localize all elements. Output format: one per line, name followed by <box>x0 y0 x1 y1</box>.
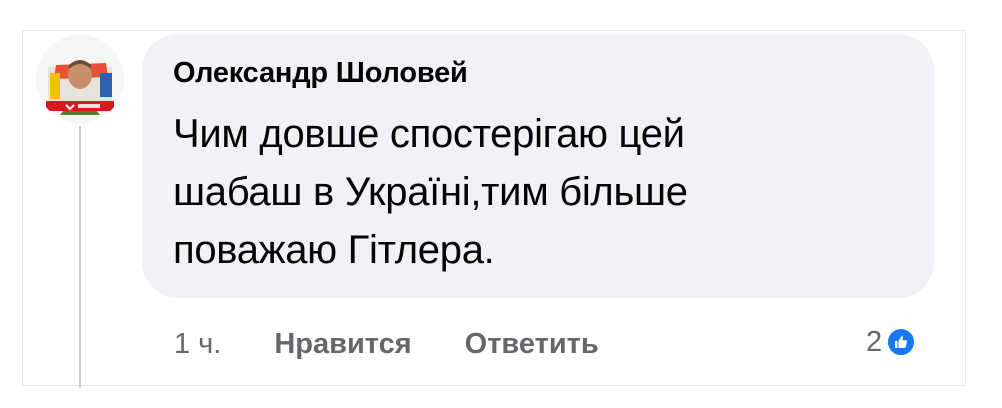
thread-line <box>79 126 81 388</box>
reaction-summary[interactable]: 2 <box>866 322 917 362</box>
comment-bubble: Олександр Шоловей Чим довше спостерігаю … <box>142 34 934 298</box>
avatar-image <box>36 35 124 123</box>
comment-text: Чим довше спостерігаю цей шабаш в Україн… <box>173 112 688 272</box>
avatar[interactable] <box>36 35 124 123</box>
comment-actions: 1 ч. Нравится Ответить <box>174 324 599 364</box>
author-name[interactable]: Олександр Шоловей <box>173 56 904 90</box>
reply-button[interactable]: Ответить <box>465 328 599 361</box>
comment-timestamp[interactable]: 1 ч. <box>174 328 221 361</box>
reaction-count: 2 <box>866 325 883 358</box>
like-icon <box>886 327 917 357</box>
like-button[interactable]: Нравится <box>274 328 411 361</box>
